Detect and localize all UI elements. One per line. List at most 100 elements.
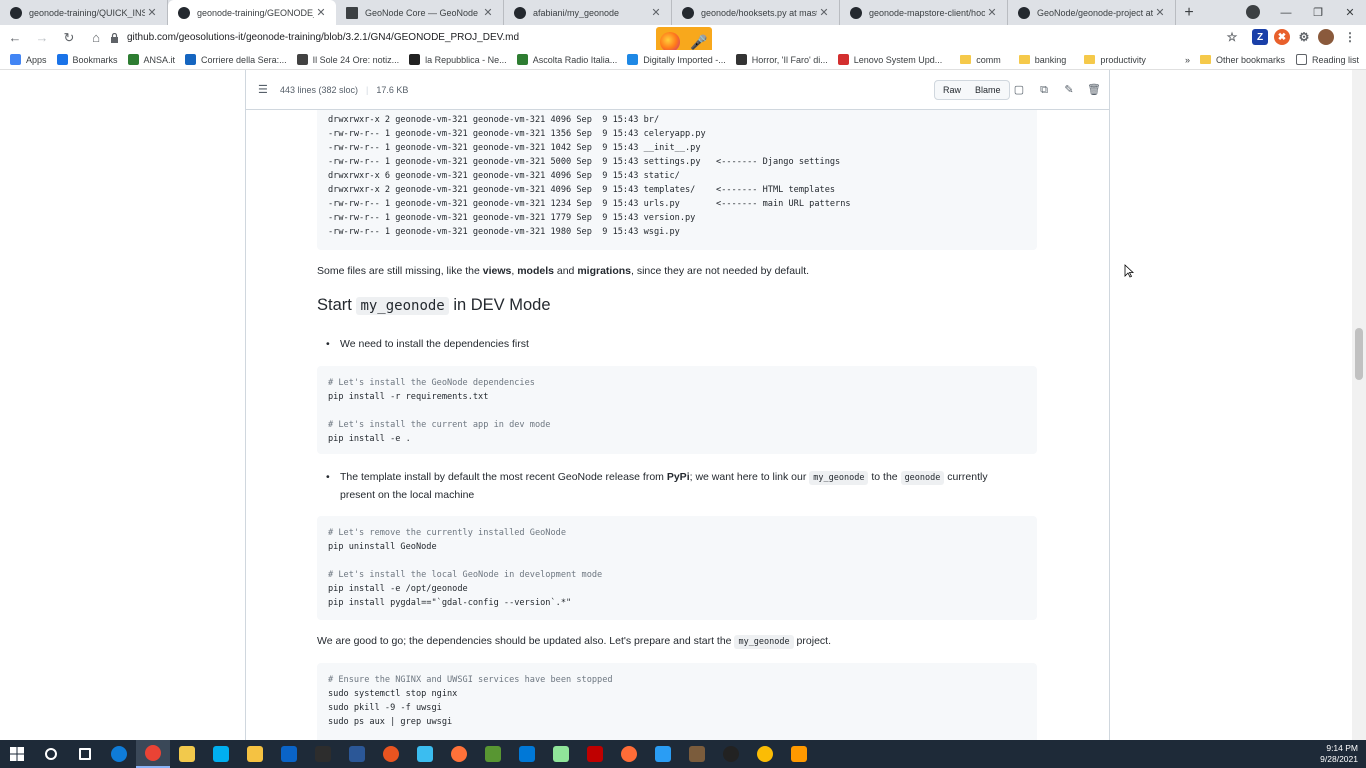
explorer-icon[interactable] bbox=[238, 740, 272, 768]
page-content: ☰ 443 lines (382 sloc) | 17.6 KB Raw Bla… bbox=[0, 70, 1366, 740]
copy-icon[interactable]: ⧉ bbox=[1037, 83, 1051, 97]
scrollbar-thumb[interactable] bbox=[1355, 328, 1363, 380]
lock-icon bbox=[111, 32, 118, 43]
terminal-icon[interactable] bbox=[306, 740, 340, 768]
bookmark-item[interactable]: Horror, 'Il Faro' di... bbox=[735, 54, 828, 65]
new-tab-button[interactable]: + bbox=[1176, 0, 1202, 25]
tab-title: GeoNode Core — GeoNode 3.2 bbox=[365, 7, 481, 18]
bookmarks-more-button[interactable]: » bbox=[1185, 55, 1190, 65]
postman-icon[interactable] bbox=[612, 740, 646, 768]
start-button[interactable] bbox=[0, 740, 34, 768]
store-icon[interactable] bbox=[170, 740, 204, 768]
bookmark-item[interactable]: productivity bbox=[1084, 55, 1146, 65]
reading-list[interactable]: Reading list bbox=[1296, 54, 1359, 65]
tab-close-icon[interactable]: ✕ bbox=[145, 6, 159, 19]
browser-tab[interactable]: geonode-training/GEONODE_P ✕ bbox=[168, 0, 336, 25]
network-icon[interactable] bbox=[646, 740, 680, 768]
page-scrollbar[interactable] bbox=[1352, 70, 1366, 740]
outlook-icon[interactable] bbox=[272, 740, 306, 768]
ext-orange-icon[interactable]: ✖ bbox=[1274, 29, 1290, 45]
filezilla-icon[interactable] bbox=[578, 740, 612, 768]
dbeaver-icon[interactable] bbox=[680, 740, 714, 768]
firefox-icon[interactable] bbox=[442, 740, 476, 768]
bookmark-item[interactable]: Lenovo System Upd... bbox=[837, 54, 943, 65]
desktop-icon[interactable]: ▢ bbox=[1012, 83, 1026, 97]
task-view-icon[interactable] bbox=[68, 740, 102, 768]
tab-close-icon[interactable]: ✕ bbox=[481, 6, 495, 19]
bookmark-item[interactable]: Il Sole 24 Ore: notiz... bbox=[296, 54, 399, 65]
github-icon bbox=[514, 6, 526, 19]
winscp-icon[interactable] bbox=[782, 740, 816, 768]
code-block: -rw-rw-r-- 1 geonode-vm-321 geonode-vm-3… bbox=[317, 94, 1037, 250]
virtualbox-icon[interactable] bbox=[408, 740, 442, 768]
reload-icon[interactable]: ↻ bbox=[57, 26, 81, 50]
bookmark-item[interactable]: ANSA.it bbox=[127, 54, 175, 65]
chrome-alt-icon[interactable] bbox=[748, 740, 782, 768]
ubuntu-icon[interactable] bbox=[374, 740, 408, 768]
pencil-icon[interactable]: ✎ bbox=[1062, 83, 1076, 97]
browser-tab[interactable]: geonode-mapstore-client/hook ✕ bbox=[840, 0, 1008, 25]
menu-dots-icon[interactable]: ⋮ bbox=[1342, 29, 1358, 45]
browser-tab[interactable]: GeoNode Core — GeoNode 3.2 ✕ bbox=[336, 0, 504, 25]
restore-icon[interactable]: ❐ bbox=[1302, 0, 1334, 25]
powershell-icon[interactable] bbox=[340, 740, 374, 768]
tab-search-icon[interactable] bbox=[1246, 5, 1260, 19]
bookmark-item[interactable]: comm bbox=[960, 55, 1001, 65]
bookmark-item[interactable]: la Repubblica - Ne... bbox=[409, 54, 507, 65]
chrome-alt-icon-glyph bbox=[757, 746, 773, 762]
outline-list-icon[interactable]: ☰ bbox=[258, 83, 270, 96]
paragraph-missing-files: Some files are still missing, like the v… bbox=[317, 265, 810, 277]
back-icon[interactable]: ← bbox=[3, 26, 27, 50]
paragraph-good-to-go: We are good to go; the dependencies shou… bbox=[317, 635, 831, 649]
vscode-icon[interactable] bbox=[510, 740, 544, 768]
tab-close-icon[interactable]: ✕ bbox=[1153, 6, 1167, 19]
tab-close-icon[interactable]: ✕ bbox=[649, 6, 663, 19]
microphone-icon[interactable]: 🎤 bbox=[690, 34, 707, 51]
bookmark-item[interactable]: Digitally Imported -... bbox=[627, 54, 726, 65]
bookmark-item[interactable]: Ascolta Radio Italia... bbox=[516, 54, 617, 65]
trash-icon[interactable]: 🗑 bbox=[1087, 83, 1101, 97]
separator: | bbox=[366, 84, 369, 95]
raw-button[interactable]: Raw bbox=[934, 80, 971, 100]
github-icon bbox=[178, 6, 190, 19]
star-bookmark-icon[interactable]: ☆ bbox=[1224, 29, 1240, 45]
bookmark-label: Lenovo System Upd... bbox=[853, 54, 943, 65]
tab-close-icon[interactable]: ✕ bbox=[985, 6, 999, 19]
close-window-icon[interactable]: ✕ bbox=[1334, 0, 1366, 25]
store-icon-glyph bbox=[179, 746, 195, 762]
extensions-puzzle-icon[interactable]: ⚙ bbox=[1296, 29, 1312, 45]
notepadpp-icon-glyph bbox=[553, 746, 569, 762]
code-line: pip uninstall GeoNode bbox=[328, 542, 437, 552]
tab-close-icon[interactable]: ✕ bbox=[314, 6, 328, 19]
browser-tab[interactable]: geonode-training/QUICK_INSTA✕ bbox=[0, 0, 168, 25]
minimize-icon[interactable]: — bbox=[1270, 0, 1302, 25]
reading-list-icon bbox=[1296, 54, 1307, 65]
code-line: -rw-rw-r-- 1 geonode-vm-321 geonode-vm-3… bbox=[328, 157, 841, 167]
profile-avatar[interactable] bbox=[1318, 29, 1334, 45]
bookmark-item[interactable]: Apps bbox=[10, 54, 47, 65]
blame-button[interactable]: Blame bbox=[967, 80, 1010, 100]
zotero-ext-icon[interactable]: Z bbox=[1252, 29, 1268, 45]
browser-tab[interactable]: geonode/hooksets.py at master ✕ bbox=[672, 0, 840, 25]
forward-icon[interactable]: → bbox=[30, 26, 54, 50]
qgis-icon[interactable] bbox=[476, 740, 510, 768]
bookmark-label: banking bbox=[1034, 54, 1067, 65]
windows-logo-icon bbox=[10, 747, 24, 761]
bookmark-item[interactable]: Bookmarks bbox=[56, 54, 118, 65]
code-line: drwxrwxr-x 6 geonode-vm-321 geonode-vm-3… bbox=[328, 171, 680, 181]
code-line: -rw-rw-r-- 1 geonode-vm-321 geonode-vm-3… bbox=[328, 199, 851, 209]
system-clock[interactable]: 9:14 PM 9/28/2021 bbox=[1320, 740, 1358, 768]
other-bookmarks[interactable]: Other bookmarks bbox=[1200, 55, 1285, 65]
browser-tab[interactable]: GeoNode/geonode-project at 3 ✕ bbox=[1008, 0, 1176, 25]
edge-icon[interactable] bbox=[102, 740, 136, 768]
notepadpp-icon[interactable] bbox=[544, 740, 578, 768]
skype-icon[interactable] bbox=[204, 740, 238, 768]
browser-tab[interactable]: afabiani/my_geonode ✕ bbox=[504, 0, 672, 25]
search-icon[interactable] bbox=[34, 740, 68, 768]
bookmark-item[interactable]: banking bbox=[1018, 54, 1067, 65]
tab-close-icon[interactable]: ✕ bbox=[817, 6, 831, 19]
bookmark-item[interactable]: Corriere della Sera:... bbox=[185, 54, 287, 65]
chrome-icon[interactable] bbox=[136, 740, 170, 768]
geonode-icon[interactable] bbox=[714, 740, 748, 768]
folder-icon bbox=[960, 55, 972, 64]
